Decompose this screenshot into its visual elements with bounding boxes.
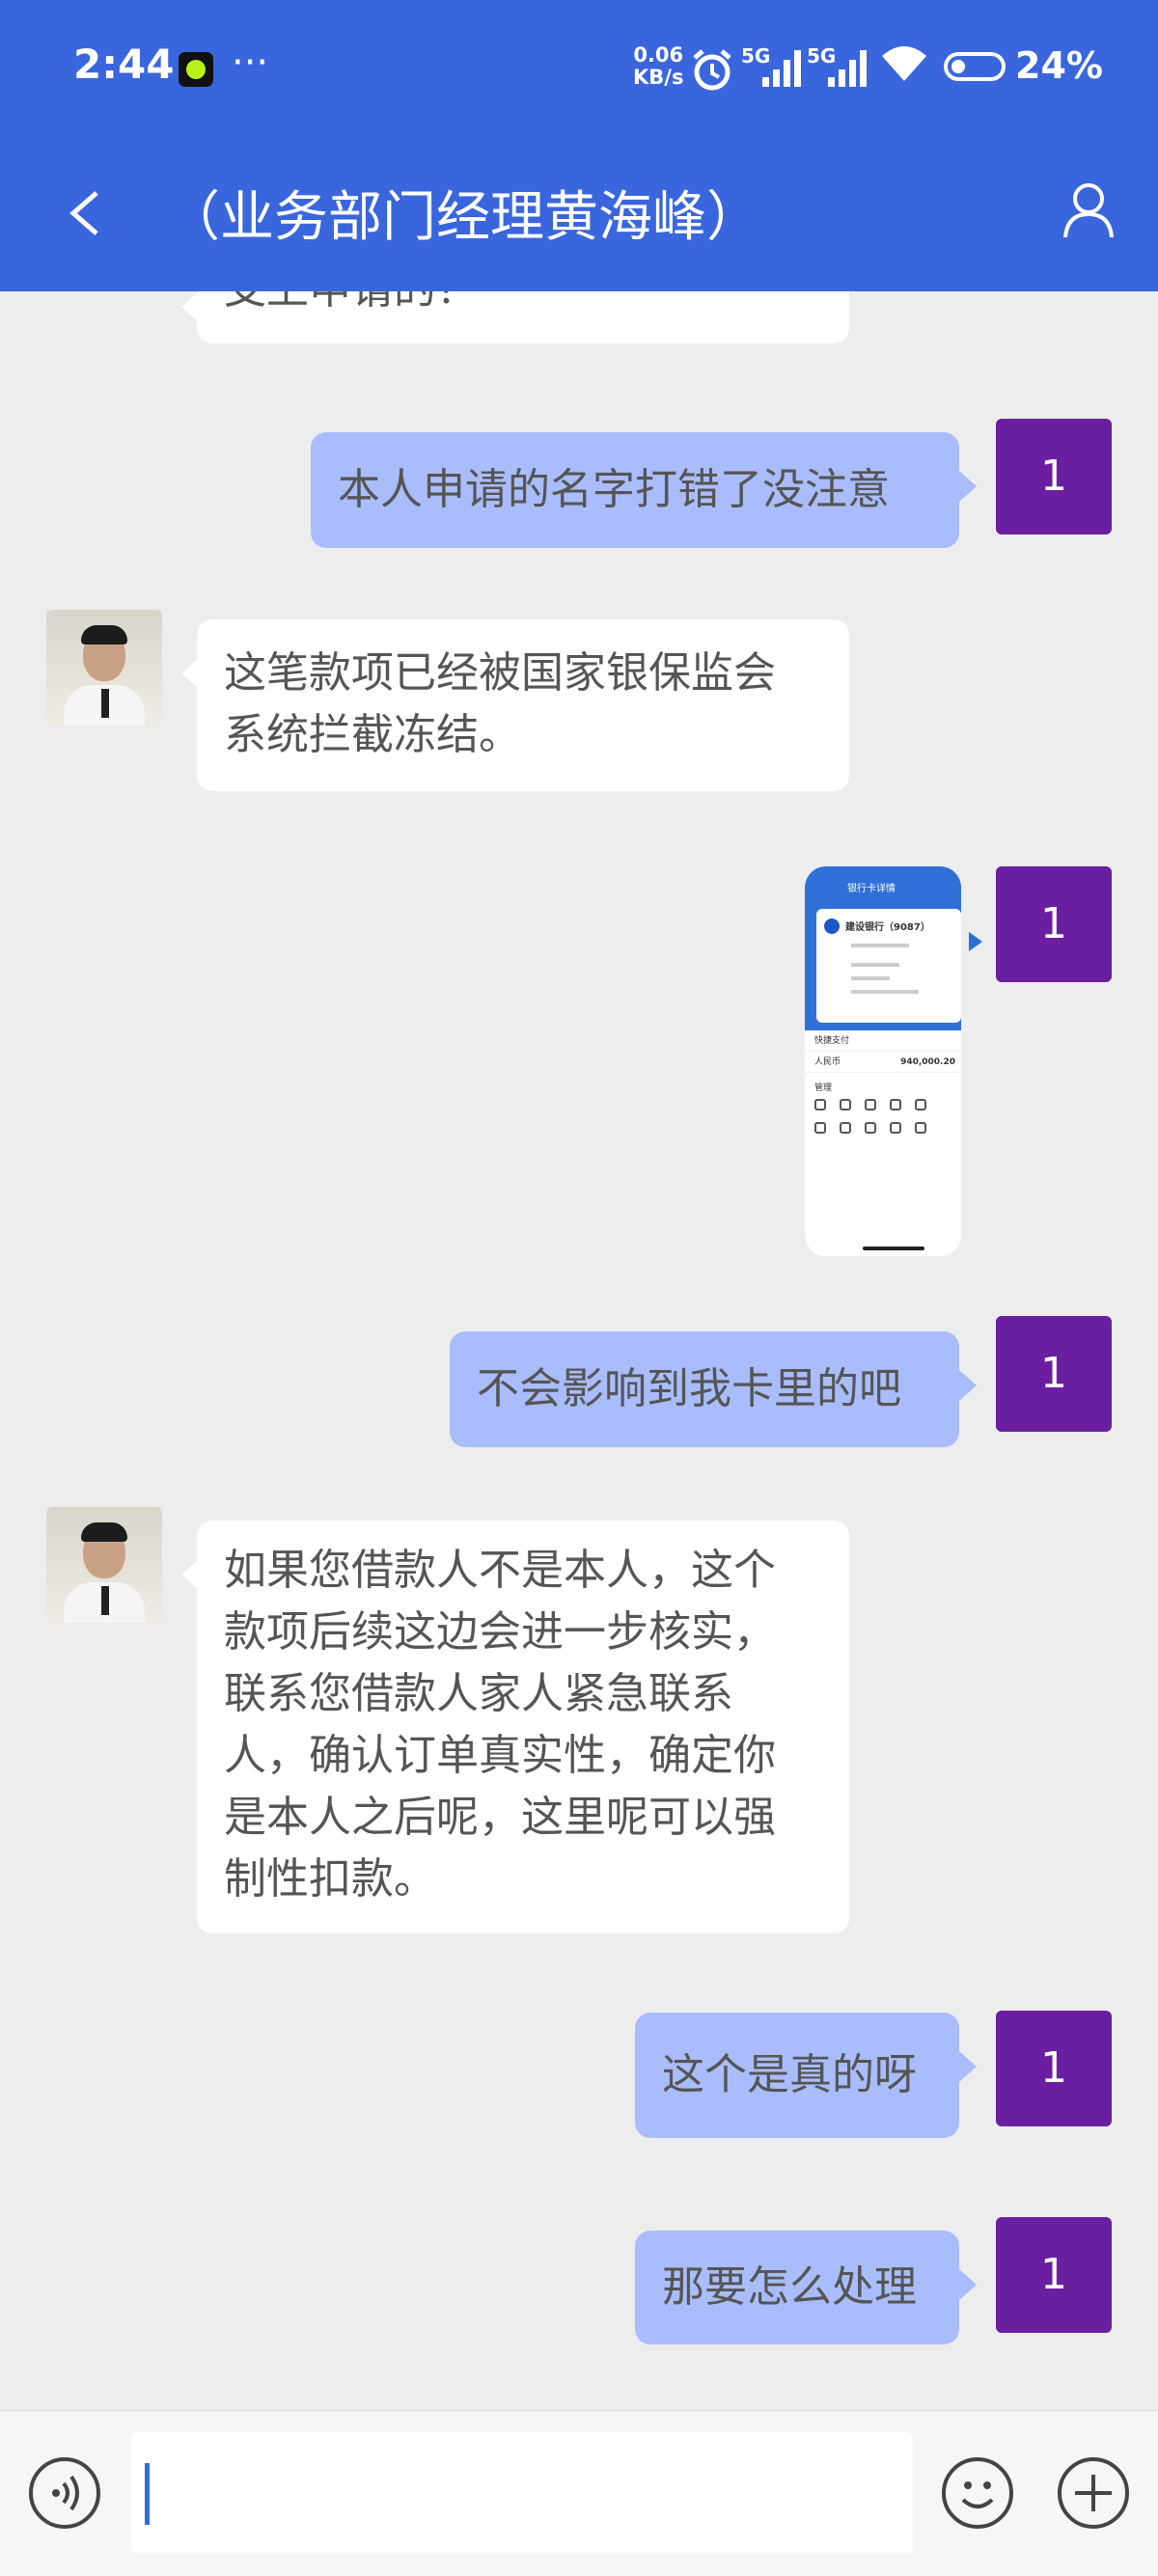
bank-logo-icon [824,918,840,934]
chat-header: （业务部门经理黄海峰） [0,135,1158,291]
person-icon[interactable] [1062,181,1116,239]
image-section: 管理 [814,1083,833,1093]
image-icon-row [805,1116,961,1139]
input-bar [0,2410,1158,2576]
wifi-icon [882,46,926,81]
network-speed-value: 0.06 [633,43,684,67]
image-title: 银行卡详情 [847,884,896,894]
message-bubble-outgoing[interactable]: 本人申请的名字打错了没注意 [311,432,977,548]
image-message[interactable]: 银行卡详情 建设银行（9087） 快捷支付 人民币 940,000.20 管理 [805,866,961,1256]
more-notifications-icon: ··· [232,41,269,85]
home-indicator [863,1247,924,1250]
amount-value: 940,000.20 [900,1057,955,1067]
message-line: 联系您借款人家人紧急联系 [224,1669,733,1718]
message-text: 这个是真的呀 [662,2050,917,2099]
voice-icon[interactable] [29,2457,100,2529]
message-line: 制性扣款。 [224,1854,436,1904]
plus-icon[interactable] [1058,2457,1129,2529]
message-line: 这笔款项已经被国家银保监会 [224,648,776,698]
message-text: 那要怎么处理 [662,2262,917,2312]
battery-icon [944,52,1006,81]
signal-2-icon: 5G [807,44,874,89]
message-bubble-outgoing[interactable]: 这个是真的呀 [635,2013,977,2138]
message-text: 不会影响到我卡里的吧 [477,1364,901,1413]
chevron-left-icon[interactable] [64,189,106,237]
message-bubble-incoming[interactable]: 支上申请的？ [181,291,849,343]
message-bubble-incoming[interactable]: 如果您借款人不是本人，这个 款项后续这边会进一步核实， 联系您借款人家人紧急联系… [181,1521,849,1933]
amount-label: 人民币 [814,1057,841,1067]
message-line: 是本人之后呢，这里呢可以强 [224,1793,776,1842]
avatar-contact[interactable] [46,610,162,726]
message-line: 款项后续这边会进一步核实， [224,1607,776,1657]
message-text: 支上申请的？ [224,291,479,314]
network-speed-unit: KB/s [633,66,684,89]
message-bubble-outgoing[interactable]: 不会影响到我卡里的吧 [450,1331,977,1447]
message-text: 本人申请的名字打错了没注意 [338,465,890,514]
message-line: 如果您借款人不是本人，这个 [224,1546,776,1595]
image-amount-row: 人民币 940,000.20 [805,1052,961,1073]
message-line: 人，确认订单真实性，确定你 [224,1731,776,1780]
top-bar: 2:44 ··· 0.06 KB/s 5G 5G 24% （业务部门经理黄海峰） [0,0,1158,291]
message-line: 系统拦截冻结。 [224,710,521,759]
app-notification-icon [179,52,213,87]
avatar-self[interactable]: 1 [996,419,1112,534]
emoji-icon[interactable] [942,2457,1013,2529]
status-bar: 2:44 ··· 0.06 KB/s 5G 5G 24% [0,0,1158,135]
image-icon-row [805,1093,961,1116]
message-input[interactable] [131,2432,913,2554]
message-bubble-outgoing[interactable]: 那要怎么处理 [635,2231,977,2344]
chat-title: （业务部门经理黄海峰） [166,186,760,249]
bank-card: 建设银行（9087） [816,909,961,1023]
alarm-icon [693,49,731,91]
image-section: 快捷支付 [805,1030,961,1052]
message-bubble-incoming[interactable]: 这笔款项已经被国家银保监会 系统拦截冻结。 [181,619,849,791]
avatar-self[interactable]: 1 [996,866,1112,982]
status-time: 2:44 [73,41,175,88]
battery-percent: 24% [1015,44,1103,87]
network-speed: 0.06 KB/s [633,44,683,89]
text-caret [145,2463,150,2525]
bank-name: 建设银行（9087） [845,922,930,933]
signal-1-icon: 5G [741,44,809,89]
image-tail [969,932,982,951]
